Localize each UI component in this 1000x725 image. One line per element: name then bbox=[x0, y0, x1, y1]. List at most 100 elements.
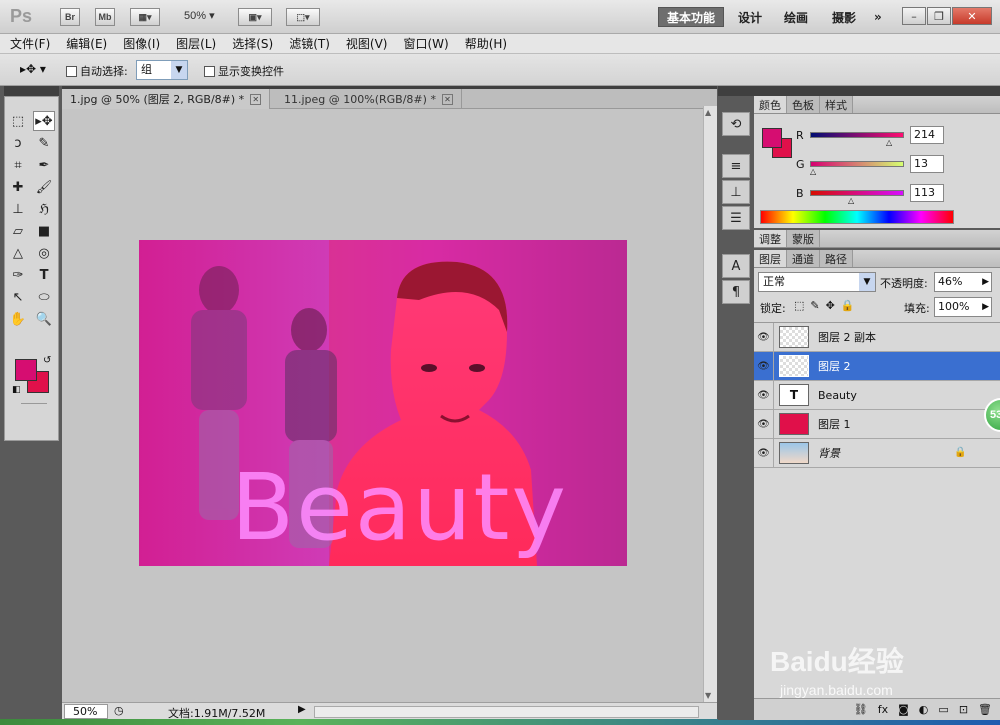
zoom-tool-icon[interactable]: 🔍 bbox=[33, 309, 55, 329]
visibility-eye-icon[interactable]: 👁 bbox=[754, 409, 774, 439]
menu-image[interactable]: 图像(I) bbox=[123, 35, 160, 52]
tab-layers[interactable]: 图层 bbox=[754, 250, 787, 267]
panel-foreground-swatch[interactable] bbox=[762, 128, 782, 148]
tab-masks[interactable]: 蒙版 bbox=[787, 230, 820, 247]
blend-mode-dropdown[interactable]: 正常 ▼ bbox=[758, 272, 876, 292]
green-value-input[interactable]: 13 bbox=[910, 155, 944, 173]
menu-view[interactable]: 视图(V) bbox=[346, 35, 388, 52]
lock-options[interactable]: ⬚✎✥🔒 bbox=[794, 299, 861, 312]
strip-header[interactable] bbox=[718, 86, 754, 96]
lasso-tool-icon[interactable]: ↄ bbox=[7, 133, 29, 153]
link-icon[interactable]: ⛓ bbox=[854, 703, 868, 716]
brush-tool-icon[interactable]: 🖌 bbox=[33, 177, 55, 197]
paragraph-panel-icon[interactable]: ¶ bbox=[722, 280, 750, 304]
new-layer-icon[interactable]: ⊡ bbox=[959, 703, 968, 716]
trash-icon[interactable]: 🗑 bbox=[978, 703, 992, 716]
default-colors-icon[interactable]: ◧ bbox=[12, 385, 21, 395]
marquee-tool-icon[interactable]: ⬚ bbox=[7, 111, 29, 131]
menu-window[interactable]: 窗口(W) bbox=[403, 35, 448, 52]
zoom-field[interactable]: 50% bbox=[64, 704, 108, 719]
clone-source-icon[interactable]: ⊥ bbox=[722, 180, 750, 204]
tab-adjustments[interactable]: 调整 bbox=[754, 230, 787, 247]
blur-tool-icon[interactable]: △ bbox=[7, 243, 29, 263]
type-tool-icon[interactable]: T bbox=[33, 265, 55, 285]
show-transform-checkbox[interactable] bbox=[204, 65, 215, 77]
blue-slider-thumb[interactable]: △ bbox=[848, 196, 854, 205]
arrange-documents-dropdown[interactable]: ▣▾ bbox=[238, 8, 272, 26]
move-tool-icon[interactable]: ▸✥ bbox=[33, 111, 55, 131]
color-spectrum-ramp[interactable] bbox=[760, 210, 954, 224]
mask-icon[interactable]: ◙ bbox=[898, 703, 909, 716]
red-slider-thumb[interactable]: △ bbox=[886, 138, 892, 147]
restore-button[interactable]: ❐ bbox=[927, 7, 951, 25]
right-panels-header[interactable] bbox=[754, 86, 1000, 96]
fill-input[interactable]: 100% ▶ bbox=[934, 297, 992, 317]
red-value-input[interactable]: 214 bbox=[910, 126, 944, 144]
tool-presets-icon[interactable]: ☰ bbox=[722, 206, 750, 230]
quick-selection-tool-icon[interactable]: ✎ bbox=[33, 133, 55, 153]
menu-select[interactable]: 选择(S) bbox=[232, 35, 273, 52]
menu-layer[interactable]: 图层(L) bbox=[176, 35, 216, 52]
layer-row[interactable]: 👁 T Beauty bbox=[754, 380, 1000, 410]
hand-tool-icon[interactable]: ✋ bbox=[7, 309, 29, 329]
minimize-button[interactable]: – bbox=[902, 7, 926, 25]
close-tab-icon[interactable]: ✕ bbox=[441, 93, 453, 105]
foreground-color-swatch[interactable] bbox=[15, 359, 37, 381]
bridge-button[interactable]: Br bbox=[60, 8, 80, 26]
view-extras-dropdown[interactable]: ▦▾ bbox=[130, 8, 160, 26]
workspace-photography-button[interactable]: 摄影 bbox=[824, 7, 864, 27]
zoom-level-dropdown[interactable]: 50% ▾ bbox=[184, 9, 215, 22]
screen-mode-dropdown[interactable]: ⬚▾ bbox=[286, 8, 320, 26]
menu-help[interactable]: 帮助(H) bbox=[465, 35, 507, 52]
quick-mask-icon[interactable] bbox=[21, 403, 47, 417]
horizontal-scrollbar[interactable] bbox=[314, 706, 699, 718]
brush-presets-icon[interactable]: ≡ bbox=[722, 154, 750, 178]
green-slider[interactable] bbox=[810, 161, 904, 167]
green-slider-thumb[interactable]: △ bbox=[810, 167, 816, 176]
toolbox-header[interactable] bbox=[4, 86, 59, 96]
adjustment-icon[interactable]: ◐ bbox=[919, 703, 929, 716]
status-info-icon[interactable]: ◷ bbox=[114, 704, 124, 717]
tab-styles[interactable]: 样式 bbox=[820, 96, 853, 113]
tool-preset-picker[interactable]: ▸✥ ▾ bbox=[20, 62, 46, 76]
close-tab-icon[interactable]: ✕ bbox=[250, 93, 262, 105]
workspace-design-button[interactable]: 设计 bbox=[730, 7, 770, 27]
group-icon[interactable]: ▭ bbox=[938, 703, 948, 716]
more-workspaces-button[interactable]: » bbox=[866, 7, 890, 27]
auto-select-target-dropdown[interactable]: 组 ▼ bbox=[136, 60, 188, 80]
workspace-essentials-button[interactable]: 基本功能 bbox=[658, 7, 725, 27]
clone-stamp-tool-icon[interactable]: ⊥ bbox=[7, 199, 29, 219]
opacity-input[interactable]: 46% ▶ bbox=[934, 272, 992, 292]
blue-value-input[interactable]: 113 bbox=[910, 184, 944, 202]
fx-icon[interactable]: fx bbox=[878, 703, 888, 716]
tab-swatches[interactable]: 色板 bbox=[787, 96, 820, 113]
scroll-up-icon[interactable]: ▲ bbox=[705, 108, 711, 117]
close-button[interactable]: ✕ bbox=[952, 7, 992, 25]
blue-slider[interactable] bbox=[810, 190, 904, 196]
path-selection-tool-icon[interactable]: ↖ bbox=[7, 287, 29, 307]
menu-filter[interactable]: 滤镜(T) bbox=[289, 35, 330, 52]
layer-row[interactable]: 👁 图层 2 bbox=[754, 351, 1000, 381]
eraser-tool-icon[interactable]: ▱ bbox=[7, 221, 29, 241]
history-panel-icon[interactable]: ⟲ bbox=[722, 112, 750, 136]
tab-paths[interactable]: 路径 bbox=[820, 250, 853, 267]
visibility-eye-icon[interactable]: 👁 bbox=[754, 438, 774, 468]
tab-document-2[interactable]: 11.jpeg @ 100%(RGB/8#) * ✕ bbox=[276, 89, 462, 109]
tab-color[interactable]: 颜色 bbox=[754, 96, 787, 113]
history-brush-tool-icon[interactable]: ℌ bbox=[33, 199, 55, 219]
visibility-eye-icon[interactable]: 👁 bbox=[754, 380, 774, 410]
spot-healing-tool-icon[interactable]: ✚ bbox=[7, 177, 29, 197]
pen-tool-icon[interactable]: ✑ bbox=[7, 265, 29, 285]
layer-row[interactable]: 👁 图层 2 副本 bbox=[754, 322, 1000, 352]
swap-colors-icon[interactable]: ↺ bbox=[43, 355, 51, 366]
layer-row[interactable]: 👁 图层 1 bbox=[754, 409, 1000, 439]
visibility-eye-icon[interactable]: 👁 bbox=[754, 322, 774, 352]
eyedropper-tool-icon[interactable]: ✒ bbox=[33, 155, 55, 175]
menu-edit[interactable]: 编辑(E) bbox=[66, 35, 107, 52]
scroll-down-icon[interactable]: ▼ bbox=[705, 691, 711, 700]
workspace-painting-button[interactable]: 绘画 bbox=[776, 7, 816, 27]
document-image[interactable]: Beauty bbox=[139, 240, 627, 566]
layer-row[interactable]: 👁 背景 🔒 bbox=[754, 438, 1000, 468]
vertical-scrollbar[interactable]: ▲ ▼ bbox=[703, 106, 717, 702]
mini-bridge-button[interactable]: Mb bbox=[95, 8, 115, 26]
